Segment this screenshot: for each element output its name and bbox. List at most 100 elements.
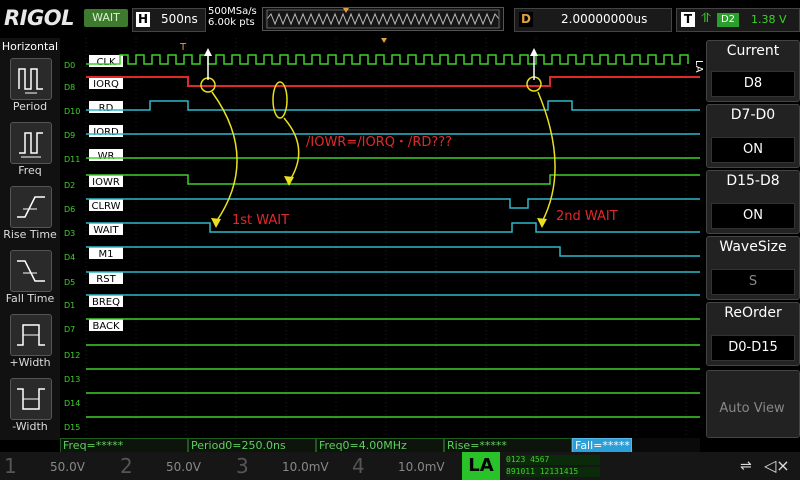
reorder-value: D0-D15 xyxy=(711,335,795,361)
fall-time-label: Fall Time xyxy=(5,292,55,305)
d7-d0-title: D7-D0 xyxy=(730,107,776,123)
trigger-label: T xyxy=(681,12,695,27)
channel-id: D6 xyxy=(64,205,75,214)
current-title: Current xyxy=(726,43,780,59)
memory-depth: 6.00k pts xyxy=(208,17,255,28)
memory-overview-waveform xyxy=(265,8,501,29)
channel-2-status[interactable]: 2 50.0V xyxy=(116,454,228,478)
channel-4-number: 4 xyxy=(352,454,365,478)
la-status-row2: 891011 12131415 xyxy=(506,467,600,477)
d7-d0-value: ON xyxy=(711,137,795,163)
channel-label: BACK xyxy=(92,321,120,332)
la-tab[interactable]: LA xyxy=(690,60,704,90)
negative-width-label: -Width xyxy=(12,420,48,433)
period-icon xyxy=(18,68,43,94)
channel-1-status[interactable]: 1 50.0V xyxy=(0,454,112,478)
delay-label: D xyxy=(519,12,533,27)
trigger-level: 1.38 V xyxy=(751,13,787,26)
channel-label: IORQ xyxy=(93,79,119,90)
channel-label: RD xyxy=(99,103,114,114)
channel-row-d12: D12 xyxy=(64,351,80,360)
menu-title: Horizontal xyxy=(1,40,59,53)
waveform-display[interactable]: D0 CLK D8 IORQ D10 RD D9 IORD D11 WR D2 IOWR D6 CLRW D… xyxy=(60,38,700,440)
channel-id: D2 xyxy=(64,181,75,190)
channel-label: BREQ xyxy=(92,297,120,308)
wavesize-value: S xyxy=(711,269,795,295)
channel-label: CLK xyxy=(96,57,116,68)
meas-freq0[interactable]: Freq0=4.00MHz xyxy=(316,438,444,453)
trigger-display[interactable]: T ⥣ D2 1.38 V xyxy=(676,8,800,32)
freq-button[interactable] xyxy=(10,122,52,164)
rise-time-label: Rise Time xyxy=(3,228,57,241)
period-button[interactable] xyxy=(10,58,52,100)
channel-id: D12 xyxy=(64,351,80,360)
meas-rise[interactable]: Rise=***** xyxy=(444,438,572,453)
negative-width-button[interactable] xyxy=(10,378,52,420)
channel-id: D5 xyxy=(64,278,75,287)
d15-d8-value: ON xyxy=(711,203,795,229)
channel-label: IOWR xyxy=(92,177,120,188)
usb-icon: ⇌ xyxy=(740,458,752,474)
second-wait-annotation: 2nd WAIT xyxy=(556,209,618,224)
freq-label: Freq xyxy=(18,164,42,177)
d15-d8-item[interactable]: D15-D8 ON xyxy=(706,170,800,234)
channel-id: D3 xyxy=(64,229,75,238)
channel-label: WAIT xyxy=(93,225,119,236)
channel-id: D7 xyxy=(64,325,75,334)
freq-icon xyxy=(19,132,43,158)
channel-row-d13: D13 xyxy=(64,375,80,384)
channel-row-d15: D15 xyxy=(64,423,80,432)
positive-width-icon xyxy=(17,324,45,346)
channel-row-d14: D14 xyxy=(64,399,80,408)
channel-2-number: 2 xyxy=(120,454,133,478)
speaker-mute-icon: ◁× xyxy=(764,456,790,475)
la-button[interactable]: LA xyxy=(462,452,500,480)
reorder-item[interactable]: ReOrder D0-D15 xyxy=(706,302,800,366)
wavesize-item[interactable]: WaveSize S xyxy=(706,236,800,300)
channel-id: D10 xyxy=(64,107,80,116)
d7-d0-item[interactable]: D7-D0 ON xyxy=(706,104,800,168)
channel-1-number: 1 xyxy=(4,454,17,478)
wavesize-title: WaveSize xyxy=(719,239,787,255)
channel-3-number: 3 xyxy=(236,454,249,478)
channel-label: CLRW xyxy=(92,201,121,212)
d15-d8-title: D15-D8 xyxy=(726,173,780,189)
formula-annotation: /IOWR=/IORQ・/RD??? xyxy=(306,135,452,150)
period-label: Period xyxy=(12,100,48,113)
meas-period0[interactable]: Period0=250.0ns xyxy=(188,438,316,453)
fall-time-icon xyxy=(17,260,45,282)
channel-id: D13 xyxy=(64,375,80,384)
channel-2-scale: 50.0V xyxy=(166,460,201,474)
timebase-value: 500ns xyxy=(161,12,198,26)
delay-value: 2.00000000us xyxy=(561,12,648,26)
memory-overview[interactable] xyxy=(262,7,504,31)
la-status-row1: 0123 4567 xyxy=(506,455,600,465)
rise-time-button[interactable] xyxy=(10,186,52,228)
sample-info: 500MSa/s 6.00k pts xyxy=(208,6,257,28)
measurement-bar: Freq=***** Period0=250.0ns Freq0=4.00MHz… xyxy=(60,438,700,453)
channel-id: D4 xyxy=(64,253,75,262)
top-status-bar: RIGOL WAIT H 500ns 500MSa/s 6.00k pts D … xyxy=(0,0,800,38)
timebase-display[interactable]: H 500ns xyxy=(132,8,206,32)
delay-display[interactable]: D 2.00000000us xyxy=(514,8,672,32)
la-waveform-svg: D0 CLK D8 IORQ D10 RD D9 IORD D11 WR D2 IOWR D6 CLRW D… xyxy=(60,38,700,440)
channel-4-scale: 10.0mV xyxy=(398,460,445,474)
current-channel-item[interactable]: Current D8 xyxy=(706,40,800,102)
horizontal-measure-menu: Horizontal Period Freq Rise Time Fall Ti… xyxy=(0,38,60,440)
auto-view-item[interactable]: Auto View xyxy=(706,370,800,438)
negative-width-icon xyxy=(17,388,45,410)
run-state-badge[interactable]: WAIT xyxy=(84,9,128,27)
channel-id: D11 xyxy=(64,155,80,164)
meas-freq[interactable]: Freq=***** xyxy=(60,438,188,453)
fall-time-button[interactable] xyxy=(10,250,52,292)
brand-logo: RIGOL xyxy=(4,6,74,30)
first-wait-annotation: 1st WAIT xyxy=(232,213,289,228)
channel-label: M1 xyxy=(99,249,114,260)
channel-4-status[interactable]: 4 10.0mV xyxy=(348,454,460,478)
current-value: D8 xyxy=(711,71,795,97)
channel-id: D1 xyxy=(64,301,75,310)
meas-fall[interactable]: Fall=***** xyxy=(572,438,632,453)
channel-3-status[interactable]: 3 10.0mV xyxy=(232,454,344,478)
positive-width-button[interactable] xyxy=(10,314,52,356)
channel-status-bar: 1 50.0V 2 50.0V 3 10.0mV 4 10.0mV LA 012… xyxy=(0,452,800,480)
